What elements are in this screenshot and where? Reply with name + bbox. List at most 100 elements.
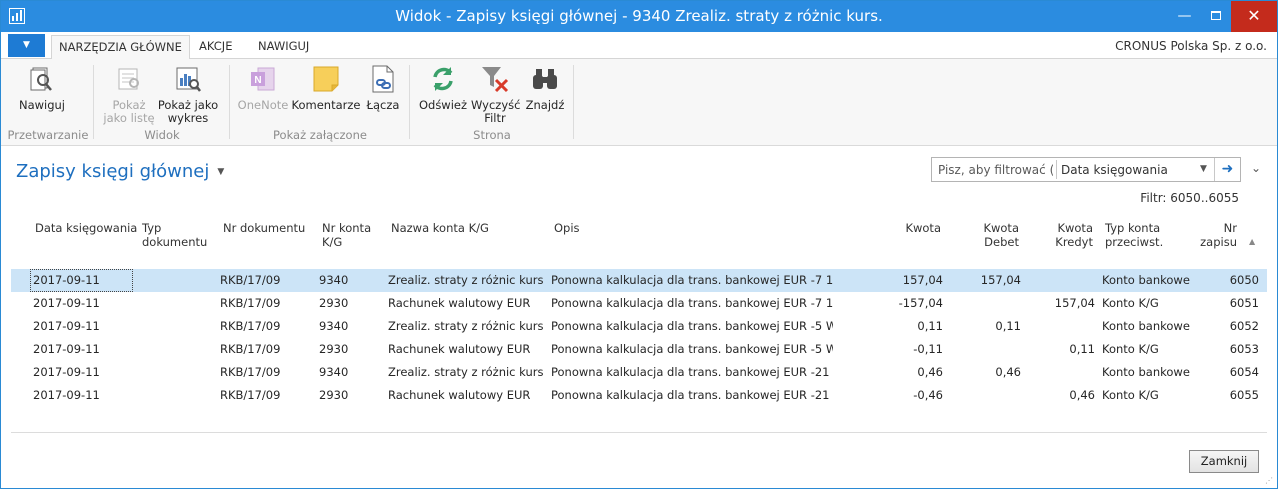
cell-nr-zapisu[interactable]: 6053: [1201, 342, 1259, 356]
cell-kredyt[interactable]: 157,04: [1021, 296, 1095, 310]
page-title[interactable]: Zapisy księgi głównej ▼: [16, 161, 224, 182]
tab-akcje[interactable]: AKCJE: [192, 35, 239, 60]
cell-kwota[interactable]: -0,46: [861, 388, 943, 402]
apply-filter-button[interactable]: ➜: [1214, 158, 1240, 181]
filter-field-select[interactable]: Data księgowania: [1061, 163, 1201, 177]
cell-opis[interactable]: Ponowna kalkulacja dla trans. bankowej E…: [551, 319, 833, 333]
cell-nr-konta[interactable]: 2930: [319, 388, 379, 402]
cell-nr-dok[interactable]: RKB/17/09: [220, 365, 310, 379]
cell-data[interactable]: 2017-09-11: [33, 388, 133, 402]
table-row[interactable]: 2017-09-11 RKB/17/09 2930 Rachunek walutowy…: [11, 338, 1267, 361]
cell-nazwa[interactable]: Zrealiz. straty z różnic kurs.: [388, 273, 543, 287]
odswiez-button[interactable]: Odśwież: [417, 63, 469, 112]
cell-data[interactable]: 2017-09-11: [33, 342, 133, 356]
application-menu-button[interactable]: ▼: [8, 34, 45, 57]
column-header-data-ksiegowania[interactable]: Data księgowania: [35, 221, 137, 235]
close-button[interactable]: Zamknij: [1189, 450, 1259, 473]
cell-typ-konta[interactable]: Konto bankowe: [1102, 365, 1192, 379]
lacza-button[interactable]: Łącza: [363, 63, 403, 112]
cell-debet[interactable]: 0,46: [941, 365, 1021, 379]
column-header-opis[interactable]: Opis: [554, 221, 580, 235]
tab-narzedzia-glowne[interactable]: NARZĘDZIA GŁÓWNE: [51, 35, 190, 60]
chevron-down-icon[interactable]: ▼: [217, 167, 224, 177]
cell-opis[interactable]: Ponowna kalkulacja dla trans. bankowej E…: [551, 342, 833, 356]
close-window-button[interactable]: ✕: [1231, 1, 1277, 32]
column-header-nr-zapisu[interactable]: Nr zapisu: [1191, 221, 1237, 249]
cell-nr-konta[interactable]: 9340: [319, 365, 379, 379]
column-header-nr-dokumentu[interactable]: Nr dokumentu: [223, 221, 305, 235]
column-header-kwota[interactable]: Kwota: [881, 221, 941, 235]
sort-ascending-icon[interactable]: ▲: [1249, 237, 1255, 246]
cell-nr-konta[interactable]: 9340: [319, 319, 379, 333]
maximize-button[interactable]: [1200, 1, 1231, 32]
cell-opis[interactable]: Ponowna kalkulacja dla trans. bankowej E…: [551, 365, 833, 379]
cell-nazwa[interactable]: Zrealiz. straty z różnic kurs.: [388, 319, 543, 333]
cell-kwota[interactable]: 0,11: [861, 319, 943, 333]
cell-nr-zapisu[interactable]: 6050: [1201, 273, 1259, 287]
cell-data[interactable]: 2017-09-11: [33, 365, 133, 379]
znajdz-button[interactable]: Znajdź: [523, 63, 567, 112]
cell-debet[interactable]: 157,04: [941, 273, 1021, 287]
pokaz-jako-wykres-button[interactable]: Pokaż jako wykres: [157, 63, 219, 125]
table-row[interactable]: 2017-09-11 RKB/17/09 9340 Zrealiz. straty z…: [11, 361, 1267, 384]
column-header-kwota-debet[interactable]: Kwota Debet: [961, 221, 1019, 249]
cell-nazwa[interactable]: Zrealiz. straty z różnic kurs.: [388, 365, 543, 379]
cell-nr-zapisu[interactable]: 6051: [1201, 296, 1259, 310]
resize-grip-icon[interactable]: ⋰: [1265, 476, 1275, 486]
minimize-button[interactable]: —: [1169, 1, 1200, 32]
cell-nr-dok[interactable]: RKB/17/09: [220, 319, 310, 333]
cell-typ-konta[interactable]: Konto K/G: [1102, 342, 1192, 356]
column-header-nazwa-konta[interactable]: Nazwa konta K/G: [391, 221, 489, 235]
cell-typ-konta[interactable]: Konto bankowe: [1102, 319, 1192, 333]
cell-nr-zapisu[interactable]: 6055: [1201, 388, 1259, 402]
cell-opis[interactable]: Ponowna kalkulacja dla trans. bankowej E…: [551, 296, 833, 310]
cell-data[interactable]: 2017-09-11: [33, 296, 133, 310]
cell-opis[interactable]: Ponowna kalkulacja dla trans. bankowej E…: [551, 388, 833, 402]
group-label-pokaz-zalaczone: Pokaż załączone: [273, 128, 367, 142]
table-row[interactable]: 2017-09-11 RKB/17/09 9340 Zrealiz. straty z…: [11, 315, 1267, 338]
cell-nr-konta[interactable]: 2930: [319, 296, 379, 310]
cell-nazwa[interactable]: Rachunek walutowy EUR: [388, 342, 543, 356]
column-header-nr-konta[interactable]: Nr konta K/G: [322, 221, 371, 249]
cell-nr-dok[interactable]: RKB/17/09: [220, 273, 310, 287]
cell-nazwa[interactable]: Rachunek walutowy EUR: [388, 388, 543, 402]
cell-nr-zapisu[interactable]: 6054: [1201, 365, 1259, 379]
cell-kwota[interactable]: 157,04: [861, 273, 943, 287]
chevron-down-icon[interactable]: ▼: [1200, 164, 1207, 174]
column-header-typ-konta[interactable]: Typ konta przeciwst.: [1105, 221, 1163, 249]
table-row[interactable]: 2017-09-11 RKB/17/09 2930 Rachunek walutowy…: [11, 384, 1267, 407]
table-row[interactable]: 2017-09-11 RKB/17/09 2930 Rachunek walutowy…: [11, 292, 1267, 315]
cell-nr-dok[interactable]: RKB/17/09: [220, 388, 310, 402]
nawiguj-button[interactable]: Nawiguj: [13, 63, 71, 112]
cell-nr-dok[interactable]: RKB/17/09: [220, 296, 310, 310]
komentarze-button[interactable]: Komentarze: [291, 63, 361, 112]
column-header-typ-dokumentu[interactable]: Typ dokumentu: [142, 221, 207, 249]
cell-kwota[interactable]: -157,04: [861, 296, 943, 310]
cell-kwota[interactable]: -0,11: [861, 342, 943, 356]
cell-data[interactable]: 2017-09-11: [33, 319, 133, 333]
cell-opis[interactable]: Ponowna kalkulacja dla trans. bankowej E…: [551, 273, 833, 287]
app-window: Widok - Zapisy księgi głównej - 9340 Zre…: [0, 0, 1278, 489]
cell-nr-konta[interactable]: 2930: [319, 342, 379, 356]
cell-kwota[interactable]: 0,46: [861, 365, 943, 379]
cell-typ-konta[interactable]: Konto K/G: [1102, 296, 1192, 310]
table-row[interactable]: 2017-09-11 RKB/17/09 9340 Zrealiz. straty z…: [11, 269, 1267, 292]
wyczysc-filtr-button[interactable]: Wyczyść Filtr: [471, 63, 520, 125]
cell-nr-dok[interactable]: RKB/17/09: [220, 342, 310, 356]
cell-data[interactable]: 2017-09-11: [33, 273, 133, 287]
cell-typ-konta[interactable]: Konto K/G: [1102, 388, 1192, 402]
cell-typ-konta[interactable]: Konto bankowe: [1102, 273, 1192, 287]
column-header-kwota-kredyt[interactable]: Kwota Kredyt: [1041, 221, 1093, 249]
cell-kredyt[interactable]: 0,11: [1021, 342, 1095, 356]
pokaz-jako-liste-button[interactable]: Pokaż jako listę: [101, 63, 157, 125]
filter-search-input[interactable]: Pisz, aby filtrować (...: [938, 163, 1053, 177]
cell-nazwa[interactable]: Rachunek walutowy EUR: [388, 296, 543, 310]
refresh-icon: [427, 63, 459, 95]
cell-nr-zapisu[interactable]: 6052: [1201, 319, 1259, 333]
cell-debet[interactable]: 0,11: [941, 319, 1021, 333]
tab-nawiguj[interactable]: NAWIGUJ: [251, 35, 316, 60]
cell-nr-konta[interactable]: 9340: [319, 273, 379, 287]
onenote-button[interactable]: N OneNote: [237, 63, 289, 112]
collapse-chevron-icon[interactable]: ⌄: [1251, 161, 1261, 175]
cell-kredyt[interactable]: 0,46: [1021, 388, 1095, 402]
